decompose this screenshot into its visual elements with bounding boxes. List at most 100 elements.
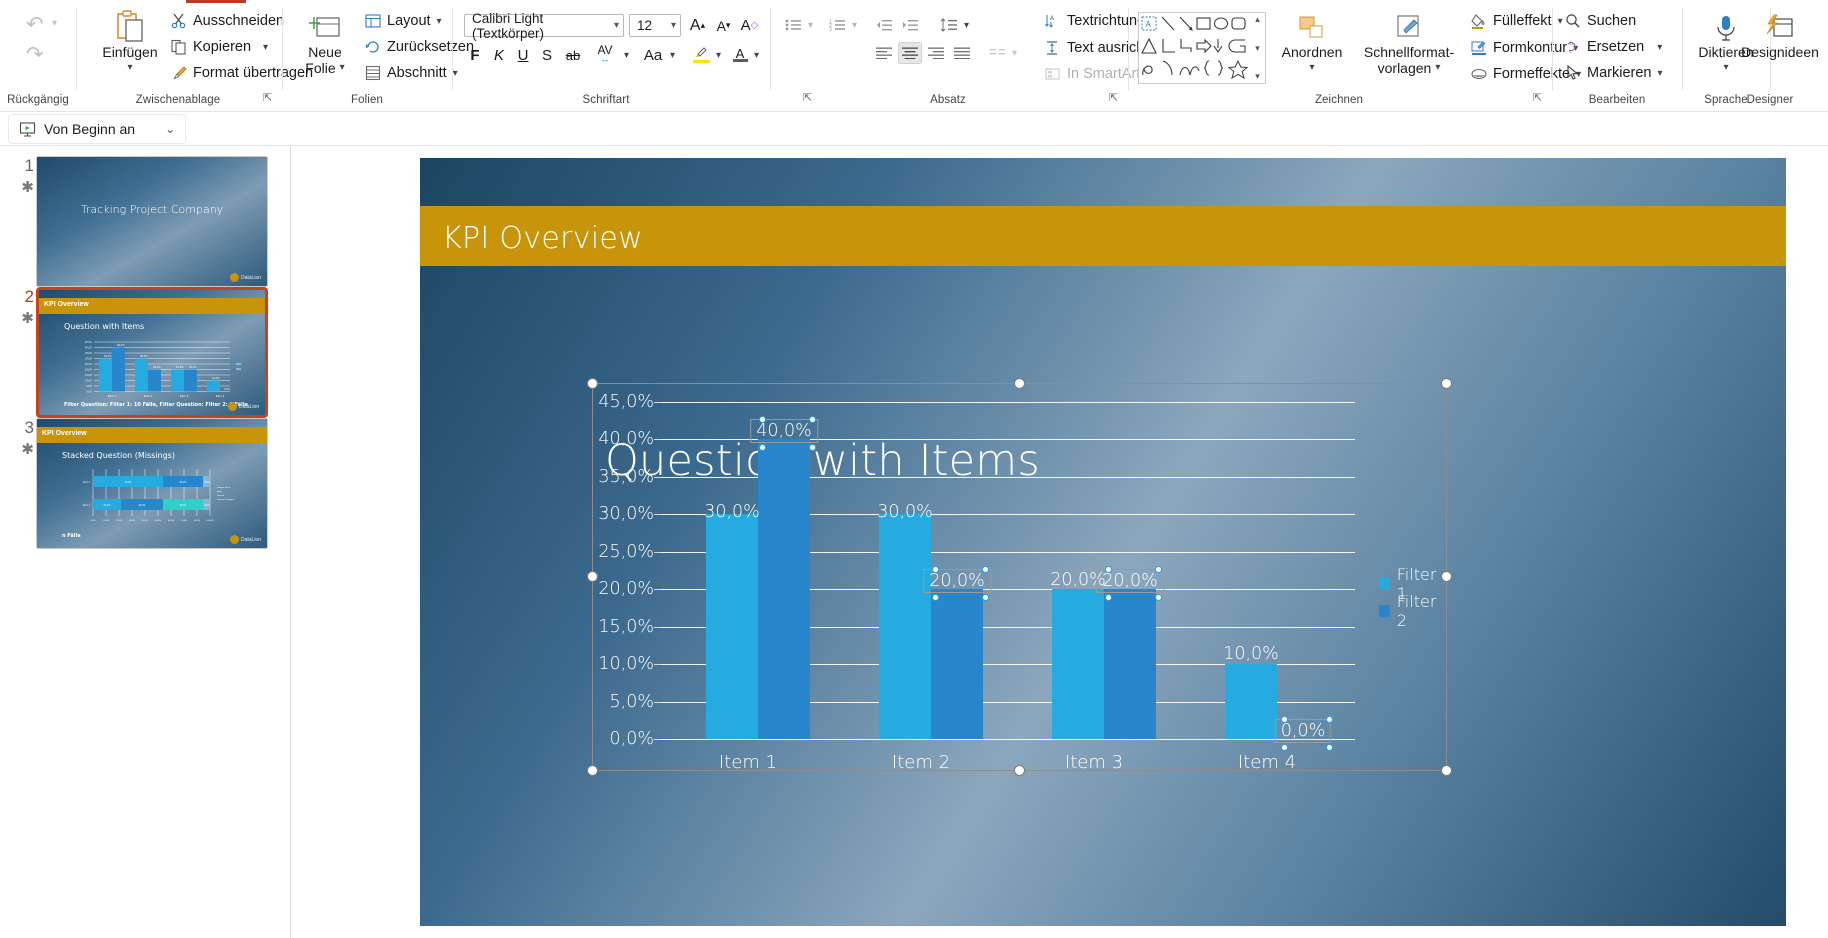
layout-chevron-icon[interactable]: ▾	[437, 16, 442, 27]
increase-indent-button[interactable]	[898, 14, 922, 36]
select-button[interactable]: Markieren ▾	[1562, 63, 1666, 83]
decrease-indent-button[interactable]	[872, 14, 896, 36]
character-spacing-chevron-icon[interactable]: ▾	[624, 50, 629, 61]
numbering-button[interactable]: 1 2 3	[824, 14, 850, 36]
label-handle-bottom-right[interactable]	[809, 444, 816, 451]
strikethrough-button[interactable]: ab	[560, 44, 586, 66]
bar-item2-filter2[interactable]	[758, 439, 810, 739]
increase-font-size-button[interactable]: A ▴	[686, 14, 709, 37]
replace-button[interactable]: bc Ersetzen ▾	[1562, 37, 1665, 57]
copy-button[interactable]: Kopieren ▾	[168, 37, 271, 57]
resize-handle-top-center[interactable]	[1013, 378, 1025, 389]
shapes-scroll-up-icon[interactable]: ▴	[1255, 14, 1260, 25]
resize-handle-bottom-center[interactable]	[1013, 765, 1025, 776]
data-label-item1-filter1[interactable]: 30,0%	[704, 502, 760, 522]
quick-styles-button[interactable]: Schnellformat- vorlagen ▾	[1354, 14, 1464, 76]
label-handle-bottom-left[interactable]	[1105, 594, 1112, 601]
change-case-chevron-icon[interactable]: ▾	[670, 50, 675, 61]
label-handle-top-left[interactable]	[759, 416, 766, 423]
paste-button[interactable]: Einfügen ▾	[98, 10, 162, 76]
arrange-chevron-icon[interactable]: ▾	[1309, 60, 1314, 76]
arrange-button[interactable]: Anordnen ▾	[1274, 14, 1350, 76]
label-handle-bottom-left[interactable]	[759, 444, 766, 451]
label-handle-bottom-right[interactable]	[982, 594, 989, 601]
text-highlight-button[interactable]	[688, 42, 714, 68]
label-handle-bottom-left[interactable]	[932, 594, 939, 601]
bold-button[interactable]: F	[464, 44, 486, 66]
drawing-dialog-launcher[interactable]: ⇱	[1531, 92, 1544, 105]
line-spacing-chevron-icon[interactable]: ▾	[964, 20, 969, 31]
find-button[interactable]: Suchen	[1562, 11, 1639, 31]
chart-selection-frame[interactable]: 45,0% 40,0% 35,0% 30,0% 25,0% 20,0% 15,0…	[587, 378, 1452, 776]
line-spacing-button[interactable]	[936, 14, 962, 36]
numbering-chevron-icon[interactable]: ▾	[852, 20, 857, 31]
replace-chevron-icon[interactable]: ▾	[1657, 42, 1662, 53]
justify-button[interactable]	[950, 42, 974, 64]
label-handle-bottom-left[interactable]	[1281, 744, 1288, 751]
layout-button[interactable]: Layout ▾	[362, 11, 445, 31]
shape-fill-button[interactable]: Fülleffekt ▾	[1468, 11, 1566, 31]
quick-styles-chevron-icon[interactable]: ▾	[1435, 60, 1440, 76]
new-slide-chevron-icon[interactable]: ▾	[340, 60, 345, 76]
section-button[interactable]: Abschnitt ▾	[362, 63, 461, 83]
label-handle-bottom-right[interactable]	[1326, 744, 1333, 751]
bullets-button[interactable]	[780, 14, 806, 36]
slide-thumbnail[interactable]: KPI Overview Question with Items 30,0% 4…	[36, 287, 268, 418]
shapes-gallery[interactable]: A ▴ ▾ ▾	[1138, 12, 1266, 84]
copy-chevron-icon[interactable]: ▾	[263, 42, 268, 53]
data-label-item2-filter1[interactable]: 30,0%	[877, 502, 933, 522]
shapes-more-icon[interactable]: ▾	[1255, 71, 1260, 82]
redo-icon[interactable]: ↷	[26, 42, 44, 67]
resize-handle-top-left[interactable]	[587, 378, 598, 389]
paragraph-dialog-launcher[interactable]: ⇱	[1107, 92, 1120, 105]
label-handle-top-left[interactable]	[932, 566, 939, 573]
font-family-chevron-icon[interactable]: ▾	[614, 20, 619, 31]
change-case-button[interactable]: Aa	[638, 44, 668, 66]
label-handle-top-right[interactable]	[982, 566, 989, 573]
align-right-button[interactable]	[924, 42, 948, 64]
label-handle-top-right[interactable]	[809, 416, 816, 423]
bar-item4-filter1[interactable]	[1225, 664, 1277, 739]
select-chevron-icon[interactable]: ▾	[1657, 68, 1662, 79]
label-handle-top-left[interactable]	[1105, 566, 1112, 573]
data-label-item4-filter1[interactable]: 10,0%	[1223, 644, 1279, 664]
resize-handle-bottom-left[interactable]	[587, 765, 598, 776]
shadow-button[interactable]: S	[536, 44, 558, 66]
shapes-scroll-down-icon[interactable]: ▾	[1255, 43, 1260, 54]
active-slide[interactable]: KPI Overview Question with Items Filter …	[420, 158, 1786, 926]
label-handle-bottom-right[interactable]	[1155, 594, 1162, 601]
from-beginning-button[interactable]: Von Beginn an ⌄	[8, 114, 187, 144]
underline-button[interactable]: U	[512, 44, 534, 66]
paste-chevron-icon[interactable]: ▾	[127, 60, 132, 76]
font-size-chevron-icon[interactable]: ▾	[671, 20, 676, 31]
font-color-chevron-icon[interactable]: ▾	[754, 50, 759, 61]
align-left-button[interactable]	[872, 42, 896, 64]
italic-button[interactable]: K	[488, 44, 510, 66]
character-spacing-button[interactable]: AV ↔	[588, 42, 622, 68]
bar-item1-filter1[interactable]	[706, 514, 758, 739]
clipboard-dialog-launcher[interactable]: ⇱	[261, 92, 274, 105]
bar-item3-filter2[interactable]	[1104, 589, 1156, 739]
resize-handle-bottom-right[interactable]	[1441, 765, 1452, 776]
label-handle-top-right[interactable]	[1155, 566, 1162, 573]
columns-button[interactable]	[986, 42, 1010, 64]
resize-handle-middle-left[interactable]	[587, 571, 598, 582]
font-color-button[interactable]: A	[728, 42, 752, 68]
undo-chevron-icon[interactable]: ▾	[52, 18, 57, 29]
slide-thumbnail[interactable]: Tracking Project Company DataLion	[36, 156, 268, 287]
bar-item3-filter1[interactable]	[1052, 589, 1104, 739]
font-family-combo[interactable]: Calibri Light (Textkörper) ▾	[464, 11, 624, 41]
resize-handle-top-right[interactable]	[1441, 378, 1452, 389]
toolbar-overflow-icon[interactable]: ⌄	[165, 122, 175, 136]
design-ideas-button[interactable]: Designideen	[1732, 14, 1828, 60]
text-highlight-chevron-icon[interactable]: ▾	[716, 50, 721, 61]
bar-item2-filter2b[interactable]	[931, 589, 983, 739]
undo-icon[interactable]: ↶	[26, 12, 44, 37]
align-center-button[interactable]	[898, 42, 922, 64]
font-size-combo[interactable]: 12 ▾	[629, 14, 681, 37]
slide-thumbnail[interactable]: KPI Overview Stacked Question (Missings)	[36, 418, 268, 549]
slide-thumbnail-pane[interactable]: 1 ✱ Tracking Project Company DataLion 2 …	[0, 146, 291, 938]
label-handle-top-right[interactable]	[1326, 716, 1333, 723]
label-handle-top-left[interactable]	[1281, 716, 1288, 723]
columns-chevron-icon[interactable]: ▾	[1012, 48, 1017, 59]
